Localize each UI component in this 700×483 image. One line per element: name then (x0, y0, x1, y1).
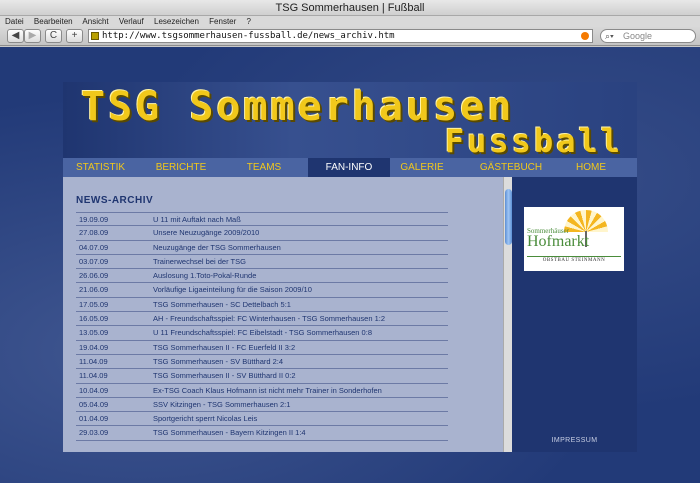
menu-bar: Datei Bearbeiten Ansicht Verlauf Lesezei… (0, 16, 700, 27)
news-link[interactable]: Neuzugänge der TSG Sommerhausen (153, 241, 281, 254)
rss-feed-icon[interactable] (581, 32, 589, 40)
back-button[interactable]: ◀ (7, 29, 24, 43)
scrollbar-thumb[interactable] (505, 189, 512, 245)
news-row[interactable]: 21.06.09 Vorläufige Ligaeinteilung für di… (76, 283, 448, 298)
umbrella-logo-icon (564, 210, 608, 232)
reload-button[interactable]: C (45, 29, 62, 43)
news-link[interactable]: Vorläufige Ligaeinteilung für die Saison… (153, 283, 312, 296)
content-scrollbar[interactable] (503, 177, 512, 452)
search-icon: ⌕▾ (605, 31, 614, 41)
site-favicon-icon (91, 32, 99, 40)
window-title: TSG Sommerhausen | Fußball (0, 0, 700, 16)
news-date: 04.07.09 (79, 242, 109, 252)
web-page: TSG Sommerhausen Fussball STATISTIK BERI… (0, 47, 700, 483)
news-date: 01.04.09 (79, 414, 109, 424)
news-row[interactable]: 27.08.09 Unsere Neuzugänge 2009/2010 (76, 226, 448, 241)
forward-button[interactable]: ▶ (24, 29, 41, 43)
news-date: 21.06.09 (79, 285, 109, 295)
news-row[interactable]: 19.09.09 U 11 mit Auftakt nach Maß (76, 212, 448, 227)
news-row[interactable]: 17.05.09 TSG Sommerhausen - SC Dettelbach… (76, 298, 448, 313)
news-link[interactable]: TSG Sommerhausen II - FC Euerfeld II 3:2 (153, 341, 295, 354)
site-logo-subtitle: Fussball (444, 122, 623, 160)
address-url: http://www.tsgsommerhausen-fussball.de/n… (102, 31, 395, 41)
news-link[interactable]: U 11 mit Auftakt nach Maß (153, 213, 241, 226)
news-link[interactable]: Auslosung 1.Toto-Pokal-Runde (153, 269, 256, 282)
news-date: 19.04.09 (79, 342, 109, 352)
news-row[interactable]: 03.07.09 Trainerwechsel bei der TSG (76, 255, 448, 270)
news-row[interactable]: 11.04.09 TSG Sommerhausen - SV Bütthard 2… (76, 355, 448, 370)
news-date: 11.04.09 (79, 371, 108, 381)
main-nav: STATISTIK BERICHTE TEAMS FAN-INFO GALERI… (63, 158, 637, 177)
news-link[interactable]: TSG Sommerhausen - SC Dettelbach 5:1 (153, 298, 291, 311)
news-date: 26.06.09 (79, 271, 109, 281)
news-date: 29.03.09 (79, 428, 109, 438)
news-link[interactable]: Sportgericht sperrt Nicolas Leis (153, 412, 257, 425)
news-link[interactable]: TSG Sommerhausen - SV Bütthard 2:4 (153, 355, 283, 368)
news-link[interactable]: AH - Freundschaftsspiel: FC Winterhausen… (153, 312, 385, 325)
news-link[interactable]: Ex-TSG Coach Klaus Hofmann ist nicht meh… (153, 384, 382, 397)
news-archive-panel: NEWS-ARCHIV 19.09.09 U 11 mit Auftakt nac… (63, 177, 503, 452)
news-row[interactable]: 19.04.09 TSG Sommerhausen II - FC Euerfel… (76, 341, 448, 355)
news-list: 19.09.09 U 11 mit Auftakt nach Maß 27.08.0… (76, 212, 448, 441)
nav-fan-info[interactable]: FAN-INFO (308, 158, 390, 177)
news-date: 11.04.09 (79, 356, 108, 366)
news-date: 05.04.09 (79, 399, 109, 409)
news-link[interactable]: U 11 Freundschaftsspiel: FC Eibelstadt -… (153, 326, 372, 339)
news-row[interactable]: 29.03.09 TSG Sommerhausen - Bayern Kitzin… (76, 426, 448, 441)
add-bookmark-button[interactable]: + (66, 29, 83, 43)
news-date: 13.05.09 (79, 328, 109, 338)
news-date: 16.05.09 (79, 314, 109, 324)
menu-bearbeiten[interactable]: Bearbeiten (34, 17, 73, 26)
news-row[interactable]: 01.04.09 Sportgericht sperrt Nicolas Leis (76, 412, 448, 427)
news-date: 17.05.09 (79, 299, 109, 309)
menu-fenster[interactable]: Fenster (209, 17, 236, 26)
page-title: NEWS-ARCHIV (76, 195, 154, 206)
news-link[interactable]: Trainerwechsel bei der TSG (153, 255, 246, 268)
nav-teams[interactable]: TEAMS (224, 158, 304, 177)
news-row[interactable]: 26.06.09 Auslosung 1.Toto-Pokal-Runde (76, 269, 448, 284)
news-date: 10.04.09 (79, 385, 109, 395)
news-date: 27.08.09 (79, 228, 109, 238)
menu-ansicht[interactable]: Ansicht (82, 17, 108, 26)
sponsor-banner[interactable]: Sommerhäuser Hofmarkt OBSTBAU STEINMANN (524, 207, 624, 271)
news-row[interactable]: 16.05.09 AH - Freundschaftsspiel: FC Wint… (76, 312, 448, 327)
sponsor-line2: Hofmarkt (527, 233, 590, 250)
nav-statistik[interactable]: STATISTIK (63, 158, 138, 177)
menu-datei[interactable]: Datei (5, 17, 24, 26)
address-bar[interactable]: http://www.tsgsommerhausen-fussball.de/n… (88, 29, 593, 43)
search-placeholder: Google (623, 31, 653, 41)
news-date: 19.09.09 (79, 215, 109, 224)
news-row[interactable]: 13.05.09 U 11 Freundschaftsspiel: FC Eibe… (76, 326, 448, 341)
news-link[interactable]: TSG Sommerhausen - Bayern Kitzingen II 1… (153, 426, 306, 439)
browser-toolbar: ◀ ▶ C + http://www.tsgsommerhausen-fussb… (0, 27, 700, 46)
nav-galerie[interactable]: GALERIE (390, 158, 454, 177)
menu-verlauf[interactable]: Verlauf (119, 17, 144, 26)
menu-help[interactable]: ? (247, 17, 251, 26)
menu-lesezeichen[interactable]: Lesezeichen (154, 17, 199, 26)
news-row[interactable]: 11.04.09 TSG Sommerhausen II - SV Bütthar… (76, 369, 448, 384)
news-row[interactable]: 05.04.09 SSV Kitzingen - TSG Sommerhausen… (76, 398, 448, 413)
nav-home[interactable]: HOME (561, 158, 621, 177)
sponsor-line3: OBSTBAU STEINMANN (527, 256, 621, 263)
news-row[interactable]: 10.04.09 Ex-TSG Coach Klaus Hofmann ist n… (76, 384, 448, 398)
news-date: 03.07.09 (79, 256, 109, 266)
news-link[interactable]: Unsere Neuzugänge 2009/2010 (153, 226, 259, 239)
news-link[interactable]: TSG Sommerhausen II - SV Bütthard II 0:2 (153, 369, 296, 382)
news-link[interactable]: SSV Kitzingen - TSG Sommerhausen 2:1 (153, 398, 290, 411)
search-input[interactable]: ⌕▾ Google (600, 29, 696, 43)
nav-berichte[interactable]: BERICHTE (138, 158, 224, 177)
news-row[interactable]: 04.07.09 Neuzugänge der TSG Sommerhausen (76, 241, 448, 255)
impressum-link[interactable]: IMPRESSUM (512, 437, 637, 444)
right-sidebar: Sommerhäuser Hofmarkt OBSTBAU STEINMANN … (512, 177, 637, 452)
nav-gaestebuch[interactable]: GÄSTEBUCH (461, 158, 561, 177)
